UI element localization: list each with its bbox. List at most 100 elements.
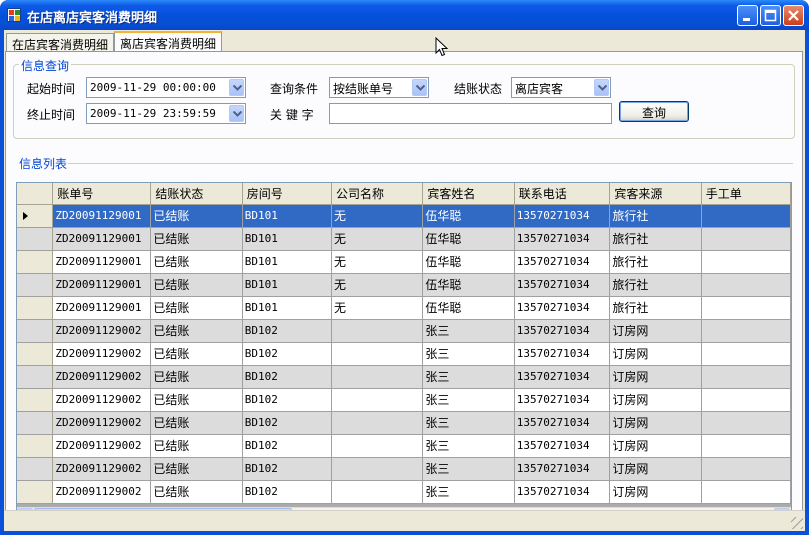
table-cell[interactable]: 已结账 [150, 365, 243, 389]
table-cell[interactable]: 已结账 [150, 204, 243, 228]
table-cell[interactable]: 13570271034 [514, 411, 611, 435]
maximize-button[interactable] [760, 5, 781, 26]
table-cell[interactable] [331, 319, 424, 343]
table-cell[interactable] [701, 434, 791, 458]
column-header[interactable]: 宾客来源 [609, 183, 702, 205]
table-cell[interactable] [701, 273, 791, 297]
column-header[interactable]: 账单号 [52, 183, 152, 205]
status-dropdown[interactable] [594, 79, 609, 96]
table-cell[interactable]: 已结账 [150, 227, 243, 251]
row-header[interactable] [17, 250, 54, 274]
table-cell[interactable]: 张三 [422, 411, 515, 435]
table-cell[interactable]: 旅行社 [609, 204, 702, 228]
table-cell[interactable]: ZD20091129001 [52, 227, 152, 251]
start-time-picker[interactable]: 2009-11-29 00:00:00 [86, 77, 246, 98]
table-row[interactable]: ZD20091129002 已结账 BD102 张三 13570271034 订房网 [17, 319, 791, 343]
column-header[interactable]: 结账状态 [150, 183, 243, 205]
table-cell[interactable]: BD101 [242, 250, 332, 274]
table-cell[interactable]: 伍华聪 [422, 204, 515, 228]
table-cell[interactable] [701, 457, 791, 481]
table-cell[interactable]: 旅行社 [609, 250, 702, 274]
table-cell[interactable]: 13570271034 [514, 342, 611, 366]
table-cell[interactable]: 伍华聪 [422, 273, 515, 297]
table-cell[interactable]: 已结账 [150, 296, 243, 320]
table-row[interactable]: ZD20091129002 已结账 BD102 张三 13570271034 订房网 [17, 434, 791, 458]
column-header[interactable]: 宾客姓名 [422, 183, 515, 205]
row-header[interactable] [17, 411, 54, 435]
table-cell[interactable]: 无 [331, 273, 424, 297]
table-cell[interactable] [701, 250, 791, 274]
table-row[interactable]: ZD20091129001 已结账 BD101 无伍华聪 13570271034 旅行社 [17, 250, 791, 274]
table-cell[interactable]: 13570271034 [514, 457, 611, 481]
table-cell[interactable]: 13570271034 [514, 296, 611, 320]
tab-checked-out[interactable]: 离店宾客消费明细 [114, 31, 223, 52]
table-cell[interactable]: 伍华聪 [422, 296, 515, 320]
table-cell[interactable]: 伍华聪 [422, 250, 515, 274]
table-cell[interactable]: 已结账 [150, 273, 243, 297]
table-cell[interactable]: BD102 [242, 365, 332, 389]
table-cell[interactable]: 无 [331, 250, 424, 274]
table-cell[interactable]: 13570271034 [514, 480, 611, 504]
table-cell[interactable]: ZD20091129002 [52, 457, 152, 481]
table-cell[interactable]: 张三 [422, 434, 515, 458]
row-header[interactable] [17, 457, 54, 481]
row-header[interactable] [17, 388, 54, 412]
table-cell[interactable]: 已结账 [150, 388, 243, 412]
resize-grip-icon[interactable] [791, 517, 803, 529]
data-grid[interactable]: 账单号 结账状态 房间号 公司名称 宾客姓名 联系电话 宾客来源 手工单 ZD20091129… [16, 182, 792, 524]
row-header[interactable] [17, 365, 54, 389]
table-cell[interactable]: ZD20091129001 [52, 204, 152, 228]
table-cell[interactable]: ZD20091129002 [52, 411, 152, 435]
condition-select[interactable]: 按结账单号 [329, 77, 429, 98]
column-header[interactable]: 房间号 [242, 183, 332, 205]
table-cell[interactable]: 13570271034 [514, 434, 611, 458]
column-header[interactable]: 公司名称 [331, 183, 424, 205]
table-cell[interactable]: ZD20091129001 [52, 273, 152, 297]
table-cell[interactable]: 13570271034 [514, 227, 611, 251]
table-cell[interactable]: ZD20091129002 [52, 480, 152, 504]
table-cell[interactable]: 无 [331, 296, 424, 320]
row-header[interactable] [17, 342, 54, 366]
table-cell[interactable] [331, 480, 424, 504]
table-cell[interactable]: 已结账 [150, 342, 243, 366]
table-cell[interactable] [701, 296, 791, 320]
table-cell[interactable]: 13570271034 [514, 319, 611, 343]
table-cell[interactable] [701, 227, 791, 251]
table-cell[interactable]: ZD20091129002 [52, 388, 152, 412]
condition-dropdown[interactable] [412, 79, 427, 96]
table-cell[interactable]: 张三 [422, 388, 515, 412]
table-cell[interactable]: BD101 [242, 296, 332, 320]
row-header-corner[interactable] [17, 183, 54, 205]
table-row[interactable]: ZD20091129002 已结账 BD102 张三 13570271034 订房网 [17, 411, 791, 435]
table-cell[interactable]: 张三 [422, 319, 515, 343]
end-time-dropdown[interactable] [229, 105, 244, 122]
minimize-button[interactable] [737, 5, 758, 26]
table-cell[interactable]: BD101 [242, 273, 332, 297]
keyword-input[interactable] [329, 103, 612, 124]
table-cell[interactable]: 订房网 [609, 457, 702, 481]
table-row[interactable]: ZD20091129001 已结账 BD101 无伍华聪 13570271034 旅行社 [17, 227, 791, 251]
table-row[interactable]: ZD20091129002 已结账 BD102 张三 13570271034 订房网 [17, 388, 791, 412]
table-cell[interactable]: 已结账 [150, 457, 243, 481]
table-cell[interactable]: BD101 [242, 204, 332, 228]
table-cell[interactable]: BD102 [242, 388, 332, 412]
table-cell[interactable]: 张三 [422, 480, 515, 504]
table-cell[interactable]: BD102 [242, 434, 332, 458]
table-row[interactable]: ZD20091129001 已结账 BD101 无伍华聪 13570271034 旅行社 [17, 273, 791, 297]
table-cell[interactable]: 张三 [422, 342, 515, 366]
row-header[interactable] [17, 319, 54, 343]
table-cell[interactable]: 旅行社 [609, 296, 702, 320]
table-cell[interactable]: ZD20091129001 [52, 250, 152, 274]
table-cell[interactable]: BD102 [242, 480, 332, 504]
table-cell[interactable]: 13570271034 [514, 388, 611, 412]
table-cell[interactable]: ZD20091129001 [52, 296, 152, 320]
table-cell[interactable] [331, 457, 424, 481]
table-cell[interactable]: ZD20091129002 [52, 342, 152, 366]
table-cell[interactable]: 订房网 [609, 434, 702, 458]
table-row[interactable]: ZD20091129001 已结账 BD101 无伍华聪 13570271034 旅行社 [17, 204, 791, 228]
close-button[interactable] [783, 5, 804, 26]
column-header[interactable]: 联系电话 [514, 183, 611, 205]
table-cell[interactable]: 订房网 [609, 319, 702, 343]
search-button[interactable]: 查询 [619, 101, 689, 122]
table-cell[interactable] [701, 204, 791, 228]
